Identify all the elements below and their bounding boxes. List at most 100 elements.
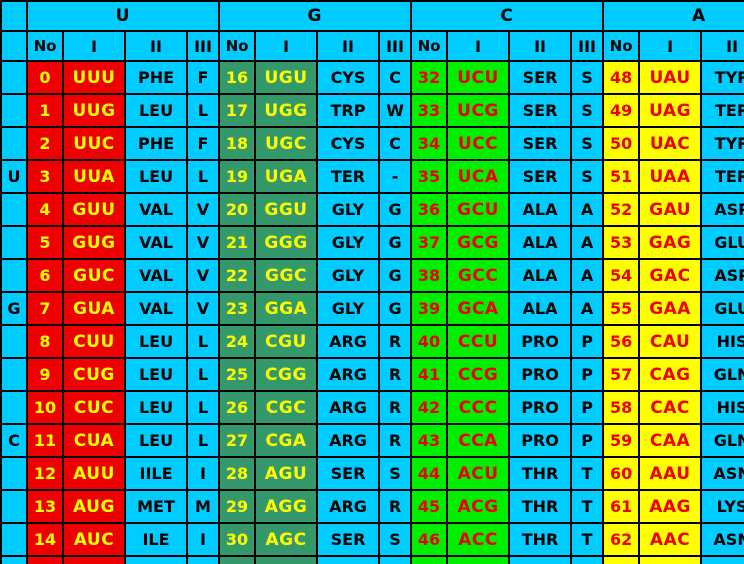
amino-acid-one-letter: L (186, 357, 220, 392)
corner-blank-sub-left (0, 30, 28, 62)
amino-acid-one-letter: R (377, 357, 413, 392)
codon-number: 57 (602, 357, 641, 392)
codon-triplet: CUU (62, 324, 126, 359)
sub-header-c-no: No (410, 30, 449, 62)
sub-header-g-iii: III (377, 30, 413, 62)
amino-acid-one-letter: A (570, 258, 605, 293)
amino-acid-three-letter: SER (508, 159, 573, 194)
codon-number: 28 (218, 456, 256, 491)
codon-triplet: ACA (446, 555, 511, 564)
amino-acid-three-letter: ARG (316, 423, 380, 458)
codon-triplet: AAU (638, 456, 703, 491)
row-group-label: C (0, 423, 28, 458)
amino-acid-one-letter: S (570, 126, 605, 161)
amino-acid-three-letter: ALA (508, 291, 573, 326)
amino-acid-three-letter: PRO (508, 390, 573, 425)
amino-acid-three-letter: THR (508, 555, 573, 564)
codon-number: 22 (218, 258, 256, 293)
codon-triplet: AAG (638, 489, 703, 524)
amino-acid-one-letter: R (377, 555, 413, 564)
amino-acid-one-letter: R (377, 324, 413, 359)
amino-acid-one-letter: R (377, 423, 413, 458)
codon-triplet: GUG (62, 225, 126, 260)
amino-acid-one-letter: V (186, 291, 220, 326)
row-group-label (0, 489, 28, 524)
codon-number: 49 (602, 93, 641, 128)
codon-number: 27 (218, 423, 256, 458)
amino-acid-one-letter: G (377, 291, 413, 326)
codon-triplet: UUU (62, 60, 126, 95)
amino-acid-three-letter: LYS (700, 489, 744, 524)
column-group-header-c: C (410, 0, 605, 32)
amino-acid-three-letter: SER (508, 60, 573, 95)
amino-acid-one-letter: L (186, 159, 220, 194)
row-group-label (0, 126, 28, 161)
codon-number: 11 (26, 423, 64, 458)
codon-triplet: UCA (446, 159, 511, 194)
amino-acid-one-letter: S (570, 60, 605, 95)
codon-number: 53 (602, 225, 641, 260)
codon-number: 37 (410, 225, 449, 260)
amino-acid-three-letter: ARG (316, 555, 380, 564)
amino-acid-one-letter: S (377, 456, 413, 491)
amino-acid-three-letter: GLY (316, 192, 380, 227)
codon-number: 18 (218, 126, 256, 161)
codon-triplet: GGA (254, 291, 318, 326)
codon-number: 55 (602, 291, 641, 326)
amino-acid-three-letter: TER (316, 159, 380, 194)
amino-acid-three-letter: ILE (124, 522, 188, 557)
amino-acid-three-letter: IILE (124, 456, 188, 491)
codon-triplet: UAC (638, 126, 703, 161)
column-group-header-a: A (602, 0, 744, 32)
codon-triplet: AGC (254, 522, 318, 557)
row-group-label (0, 225, 28, 260)
codon-triplet: UGG (254, 93, 318, 128)
amino-acid-three-letter: LEU (124, 93, 188, 128)
codon-triplet: GUA (62, 291, 126, 326)
amino-acid-three-letter: LEU (124, 324, 188, 359)
corner-blank-top-left (0, 0, 28, 32)
amino-acid-one-letter: T (570, 555, 605, 564)
codon-triplet: UCG (446, 93, 511, 128)
codon-number: 33 (410, 93, 449, 128)
table-row: U3UUALEUL19UGATER-35UCASERS51UAATER-A (0, 159, 744, 194)
amino-acid-three-letter: LEU (124, 357, 188, 392)
codon-triplet: ACU (446, 456, 511, 491)
amino-acid-one-letter: P (570, 423, 605, 458)
amino-acid-three-letter: GLU (700, 291, 744, 326)
row-group-label (0, 324, 28, 359)
amino-acid-three-letter: ASN (700, 522, 744, 557)
amino-acid-one-letter: P (570, 324, 605, 359)
row-group-label (0, 357, 28, 392)
amino-acid-three-letter: HIS (700, 390, 744, 425)
amino-acid-three-letter: GLN (700, 357, 744, 392)
sub-header-u-i: I (62, 30, 126, 62)
codon-number: 52 (602, 192, 641, 227)
codon-triplet: AGA (254, 555, 318, 564)
amino-acid-one-letter: L (186, 324, 220, 359)
amino-acid-three-letter: SER (316, 522, 380, 557)
amino-acid-three-letter: THR (508, 456, 573, 491)
codon-number: 31 (218, 555, 256, 564)
table-row: 9CUGLEUL25CGGARGR41CCGPROP57CAGGLNQG (0, 357, 744, 392)
row-group-label (0, 192, 28, 227)
codon-triplet: GCC (446, 258, 511, 293)
codon-number: 14 (26, 522, 64, 557)
amino-acid-three-letter: PRO (508, 357, 573, 392)
codon-number: 63 (602, 555, 641, 564)
amino-acid-three-letter: SER (316, 456, 380, 491)
amino-acid-one-letter: T (570, 489, 605, 524)
codon-triplet: AAC (638, 522, 703, 557)
codon-triplet: UGU (254, 60, 318, 95)
amino-acid-one-letter: R (377, 390, 413, 425)
codon-triplet: GCG (446, 225, 511, 260)
sub-header-c-iii: III (570, 30, 605, 62)
codon-triplet: UAU (638, 60, 703, 95)
codon-triplet: GAU (638, 192, 703, 227)
table-row: 2UUCPHEF18UGCCYSC34UCCSERS50UACTYRYC (0, 126, 744, 161)
amino-acid-three-letter: SER (508, 126, 573, 161)
amino-acid-one-letter: S (377, 522, 413, 557)
amino-acid-three-letter: GLU (700, 225, 744, 260)
sub-header-u-iii: III (186, 30, 220, 62)
codon-triplet: CCU (446, 324, 511, 359)
